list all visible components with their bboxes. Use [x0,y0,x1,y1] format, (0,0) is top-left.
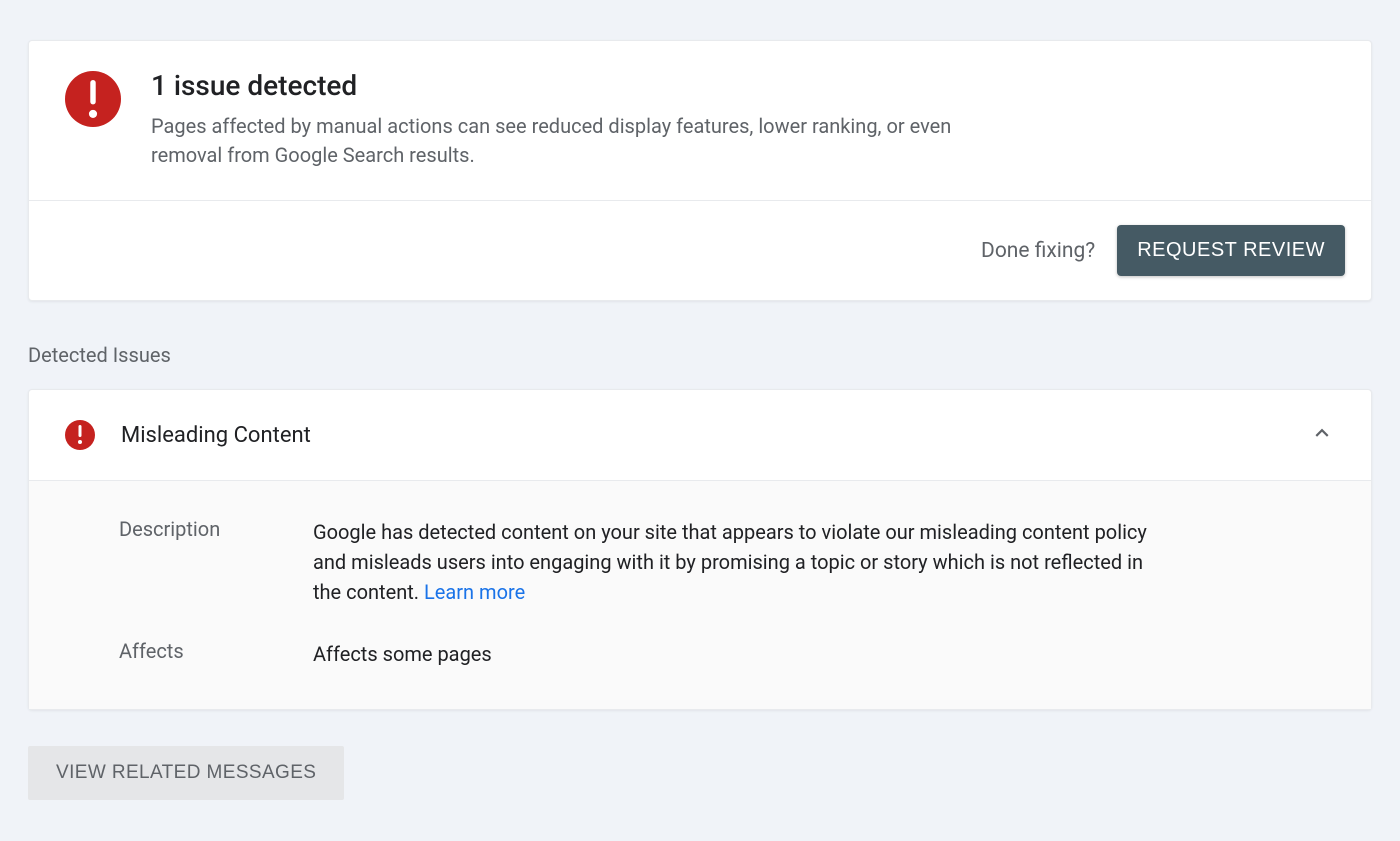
issue-summary-footer: Done fixing? REQUEST REVIEW [29,200,1371,300]
detected-issues-heading: Detected Issues [28,343,1372,367]
view-related-messages-button[interactable]: VIEW RELATED MESSAGES [28,746,344,800]
alert-icon [65,71,121,127]
issue-summary-subtitle: Pages affected by manual actions can see… [151,112,1011,170]
affects-row: Affects Affects some pages [65,639,1335,669]
issue-summary-card: 1 issue detected Pages affected by manua… [28,40,1372,301]
request-review-button[interactable]: REQUEST REVIEW [1117,225,1345,276]
description-value: Google has detected content on your site… [313,517,1153,607]
issue-summary-title: 1 issue detected [151,69,1011,102]
description-row: Description Google has detected content … [65,517,1335,607]
issue-summary-text: 1 issue detected Pages affected by manua… [151,69,1011,170]
issue-header[interactable]: Misleading Content [29,390,1371,480]
issue-summary-body: 1 issue detected Pages affected by manua… [29,41,1371,200]
done-fixing-label: Done fixing? [981,239,1095,263]
alert-icon [65,420,95,450]
chevron-up-icon [1309,420,1335,450]
description-label: Description [65,517,313,607]
affects-value: Affects some pages [313,639,492,669]
issue-title: Misleading Content [121,423,1309,448]
affects-label: Affects [65,639,313,669]
issue-card: Misleading Content Description Google ha… [28,389,1372,710]
learn-more-link[interactable]: Learn more [424,580,525,604]
issue-body: Description Google has detected content … [29,480,1371,709]
